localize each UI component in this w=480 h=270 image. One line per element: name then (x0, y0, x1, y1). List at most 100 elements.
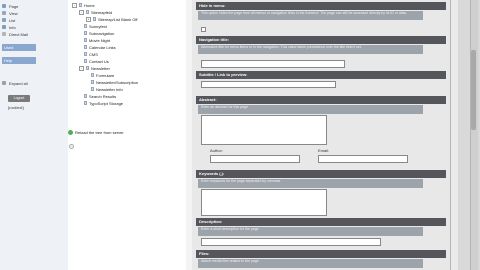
view-icon (2, 11, 6, 15)
nav-item-label: View (9, 10, 18, 16)
section-header-subtitle: Subtitle / Link to preview: (196, 71, 446, 79)
section-description: Attach media files related to the page (198, 259, 423, 268)
tree-node[interactable]: Subnavigation (79, 30, 114, 36)
page-icon (91, 80, 94, 84)
page-icon (84, 94, 87, 98)
nav-item-label: Page (9, 3, 19, 9)
tree-node[interactable]: Calendar Links (79, 44, 116, 50)
page-icon (93, 17, 96, 21)
tree-node-label: Newsletter (91, 65, 110, 71)
logout-button[interactable]: Logout (8, 95, 30, 102)
tree-node-label: Sonnyfeld (89, 23, 107, 29)
tree-node-label: Home (84, 2, 95, 8)
page-icon (84, 59, 87, 63)
tree-node[interactable]: Sonnyfeld (79, 23, 107, 29)
tree-line-icon (86, 88, 89, 91)
nav-item-label: List (9, 17, 16, 23)
tree-node-label: Subnavigation (89, 30, 115, 36)
scrollbar-thumb[interactable] (471, 50, 476, 130)
page-icon (91, 73, 94, 77)
tree-line-icon (79, 95, 82, 98)
section-description: This option hides the page from all menu… (198, 11, 423, 20)
left-navigation-panel: Page View List Info Direct Mail Used Hel… (0, 0, 69, 270)
list-icon (2, 18, 6, 22)
tree-node-label: Sitemap/List Blank Off (98, 16, 138, 22)
author-input[interactable] (210, 155, 300, 163)
mail-icon (2, 32, 6, 36)
section-help[interactable]: Help (2, 57, 36, 64)
tree-node-label: Formulare (96, 72, 115, 78)
tree-node[interactable]: Newsletter Info (86, 86, 123, 92)
section-header-keywords: Keywords (,): (196, 170, 446, 178)
page-icon (84, 52, 87, 56)
tree-node[interactable]: Movie Night (79, 37, 110, 43)
tree-line-icon (79, 102, 82, 105)
window-scrollbar[interactable] (470, 0, 478, 270)
page-icon (86, 10, 89, 14)
tree-node[interactable]: - Newsletter (79, 65, 110, 71)
nav-item-label: Info (9, 24, 16, 30)
tree-line-icon (86, 74, 89, 77)
hide-in-menu-checkbox[interactable] (201, 27, 206, 32)
tree-node-label: Sitemapfeld (91, 9, 113, 15)
navigation-title-input[interactable] (201, 60, 345, 68)
tree-line-icon (79, 53, 82, 56)
page-icon (79, 3, 82, 7)
tree-node[interactable]: Newsletter/Subscription (86, 79, 138, 85)
tree-node[interactable]: TypoScript Storage (79, 100, 123, 106)
description-input[interactable] (201, 238, 381, 246)
section-used[interactable]: Used (2, 44, 36, 51)
tree-node[interactable]: Search Results (79, 93, 116, 99)
email-label: Email: (318, 148, 330, 153)
author-label: Author: (210, 148, 223, 153)
abstract-textarea[interactable] (201, 115, 327, 145)
user-label: [root/ext] (8, 105, 24, 110)
form-scrollbar[interactable] (450, 0, 458, 270)
tree-node[interactable]: Formulare (86, 72, 114, 78)
section-header-navigation-title: Navigation title: (196, 36, 446, 44)
tree-node-label: Calendar Links (89, 44, 116, 50)
section-header-files: Files: (196, 250, 446, 258)
page-properties-form: Hide in menu: This option hides the page… (192, 0, 450, 270)
help-icon[interactable] (69, 144, 74, 149)
tree-node-label: Movie Night (89, 37, 111, 43)
nav-item-label: Direct Mail (9, 31, 28, 37)
collapse-icon[interactable]: - (79, 9, 84, 15)
reload-tree-link[interactable]: Reload the tree from server (68, 129, 124, 135)
info-icon (2, 25, 6, 29)
tree-node-label: Contact Us (89, 58, 109, 64)
nav-item-page[interactable]: Page (2, 3, 18, 9)
keywords-textarea[interactable] (201, 189, 327, 216)
reload-icon (68, 129, 73, 135)
section-description: Enter an abstract for this page (198, 105, 423, 114)
section-description: Alternative title for menu items or in t… (198, 45, 423, 54)
expand-icon[interactable]: + (86, 16, 91, 22)
page-icon (84, 45, 87, 49)
tree-node-label: CMS (89, 51, 98, 57)
tree-node[interactable]: + Sitemap/List Blank Off (86, 16, 138, 22)
tree-node[interactable]: Contact Us (79, 58, 109, 64)
section-header-description: Description: (196, 218, 446, 226)
tree-line-icon (79, 32, 82, 35)
tree-node[interactable]: - Home (72, 2, 95, 8)
page-icon (84, 24, 87, 28)
tree-node[interactable]: - Sitemapfeld (79, 9, 112, 15)
nav-item-direct-mail[interactable]: Direct Mail (2, 31, 28, 37)
section-header-hide-in-menu: Hide in menu: (196, 2, 446, 10)
nav-item-view[interactable]: View (2, 10, 18, 16)
expand-all-link[interactable]: Expand all (2, 80, 28, 86)
page-icon (91, 87, 94, 91)
collapse-icon[interactable]: - (79, 65, 84, 71)
tree-line-icon (79, 25, 82, 28)
nav-item-list[interactable]: List (2, 17, 15, 23)
section-description: Enter keywords for the page separated by… (198, 179, 423, 188)
page-icon (2, 4, 6, 8)
page-icon (84, 38, 87, 42)
subtitle-input[interactable] (201, 81, 336, 88)
page-icon (86, 66, 89, 70)
tree-node[interactable]: CMS (79, 51, 98, 57)
email-input[interactable] (318, 155, 408, 163)
section-header-abstract: Abstract: (196, 96, 446, 104)
collapse-icon[interactable]: - (72, 2, 77, 8)
nav-item-info[interactable]: Info (2, 24, 16, 30)
